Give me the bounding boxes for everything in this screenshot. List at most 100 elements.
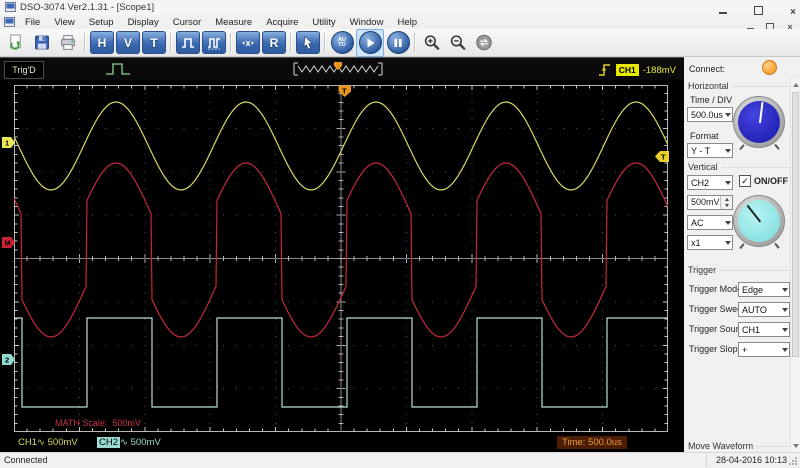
- gray-sync-icon: [475, 34, 493, 51]
- trigger-source-badge: CH1: [616, 64, 639, 76]
- save-button[interactable]: [30, 31, 54, 55]
- trigger-select-trigger-mode[interactable]: Edge: [738, 282, 790, 297]
- menu-item-measure[interactable]: Measure: [208, 16, 259, 29]
- cursor-button[interactable]: [296, 31, 320, 55]
- ch1-marker-label: 1: [5, 139, 9, 148]
- ch2-position-marker[interactable]: 2: [2, 354, 16, 366]
- vertical-knob[interactable]: [733, 195, 785, 247]
- pulse-button[interactable]: [176, 31, 200, 55]
- menu-item-view[interactable]: View: [47, 16, 81, 29]
- trigger-status-badge: Trig'D: [4, 61, 44, 79]
- run-button[interactable]: [358, 31, 382, 55]
- ch2-badge: CH2: [97, 437, 120, 448]
- waveform-position-indicator[interactable]: [292, 61, 384, 77]
- channel-onoff-checkbox[interactable]: ✓ ON/OFF: [739, 175, 788, 187]
- zoom-out-icon: [449, 34, 467, 51]
- trigger-time-marker[interactable]: T: [338, 85, 352, 98]
- timebase-readout: Time: 500.0us: [557, 436, 627, 449]
- menu-item-utility[interactable]: Utility: [305, 16, 342, 29]
- ch1-coupling-icon: ∿: [37, 437, 45, 448]
- pause-button-face: [387, 31, 410, 54]
- trigger-select-value: AUTO: [739, 305, 780, 315]
- maximize-button[interactable]: [747, 2, 769, 13]
- trigger-select-value: CH1: [739, 325, 780, 335]
- move-waveform-header: Move Waveform: [688, 441, 794, 451]
- ch2-coupling-icon: ∿: [120, 437, 128, 448]
- horizontal-group-header: Horizontal: [688, 81, 794, 91]
- connect-label: Connect:: [689, 64, 725, 74]
- trigger-level-marker-label: T: [661, 153, 666, 162]
- connect-led-indicator: [762, 60, 777, 75]
- trigger-select-trigger-source[interactable]: CH1: [738, 322, 790, 337]
- spinner-down-icon: [721, 203, 732, 210]
- mdi-restore-button[interactable]: [764, 17, 776, 27]
- scope-plot-area[interactable]: [14, 85, 668, 432]
- ch1-position-marker[interactable]: 1: [2, 137, 16, 149]
- menu-item-help[interactable]: Help: [390, 16, 424, 29]
- minimize-button[interactable]: [712, 2, 734, 13]
- mdi-close-button[interactable]: ×: [784, 17, 796, 27]
- horizontal-button-face: H: [90, 31, 114, 54]
- trigger-button[interactable]: T: [142, 31, 166, 55]
- autoset-button-face: AUTO: [331, 31, 354, 54]
- coupling-select[interactable]: AC: [687, 215, 733, 230]
- pulse-measure-button[interactable]: [202, 31, 226, 55]
- close-button[interactable]: ×: [782, 2, 800, 13]
- statusbar-divider: [706, 454, 707, 467]
- vertical-channel-select[interactable]: CH2: [687, 175, 733, 190]
- horizontal-knob[interactable]: [733, 96, 785, 148]
- pulse-glyph-icon: [105, 61, 131, 77]
- scrollbar-thumb[interactable]: [792, 92, 799, 357]
- zoom-out-button[interactable]: [446, 31, 470, 55]
- trigger-level-marker[interactable]: T: [655, 151, 669, 163]
- run-button-face: [359, 31, 382, 54]
- vertical-button[interactable]: V: [116, 31, 140, 55]
- trigger-select-trigger-sweep[interactable]: AUTO: [738, 302, 790, 317]
- self-calibration-button[interactable]: [472, 31, 496, 55]
- toolbar-separator: [324, 33, 326, 53]
- scrollbar-down-icon: [791, 440, 800, 451]
- trigger-position-marker: [334, 62, 342, 70]
- time-div-label: Time / DIV: [690, 95, 732, 105]
- math-position-marker[interactable]: M: [2, 237, 16, 249]
- trigger-select-trigger-slope[interactable]: +: [738, 342, 790, 357]
- menu-item-display[interactable]: Display: [121, 16, 166, 29]
- menu-item-acquire[interactable]: Acquire: [259, 16, 305, 29]
- autoset-button[interactable]: AUTO: [330, 31, 354, 55]
- math-button[interactable]: x: [236, 31, 260, 55]
- checkbox-check-icon: ✓: [739, 175, 751, 187]
- menu-item-cursor[interactable]: Cursor: [166, 16, 209, 29]
- math-button-face: x: [236, 31, 260, 54]
- record-button-face: R: [262, 31, 286, 54]
- trigger-time-marker-label: T: [342, 87, 347, 96]
- time-div-select[interactable]: 500.0us: [687, 107, 733, 122]
- floppy-icon: [33, 34, 51, 51]
- auto-label: AUTO: [338, 38, 346, 48]
- svg-text:x: x: [245, 38, 250, 48]
- open-button[interactable]: [4, 31, 28, 55]
- mdi-window-controls: ×: [744, 17, 796, 27]
- probe-select[interactable]: x1: [687, 235, 733, 250]
- zoom-in-button[interactable]: [420, 31, 444, 55]
- trigger-button-face: T: [142, 31, 166, 54]
- menu-bar: FileViewSetupDisplayCursorMeasureAcquire…: [0, 15, 800, 29]
- mdi-minimize-button[interactable]: [744, 17, 756, 27]
- horizontal-button[interactable]: H: [90, 31, 114, 55]
- chevron-down-icon: [780, 288, 789, 292]
- resize-grip[interactable]: [788, 456, 798, 466]
- menu-item-file[interactable]: File: [18, 16, 47, 29]
- chevron-down-icon: [780, 308, 789, 312]
- trigger-row-label-0: Trigger Mode: [689, 284, 742, 294]
- format-select[interactable]: Y - T: [687, 143, 733, 158]
- scope-display: 1 M 2 T T MATH Scale: 500mV CH1∿ 500mV C…: [0, 80, 684, 452]
- connection-status: Connected: [4, 455, 48, 465]
- play-icon: [362, 35, 378, 51]
- vertical-scale-spinner[interactable]: 500mV: [687, 195, 733, 210]
- menu-item-window[interactable]: Window: [343, 16, 391, 29]
- menu-items: FileViewSetupDisplayCursorMeasureAcquire…: [18, 16, 424, 29]
- menu-item-setup[interactable]: Setup: [82, 16, 121, 29]
- pause-button[interactable]: [386, 31, 410, 55]
- print-button[interactable]: [56, 31, 80, 55]
- record-button[interactable]: R: [262, 31, 286, 55]
- panel-scrollbar[interactable]: [790, 78, 800, 452]
